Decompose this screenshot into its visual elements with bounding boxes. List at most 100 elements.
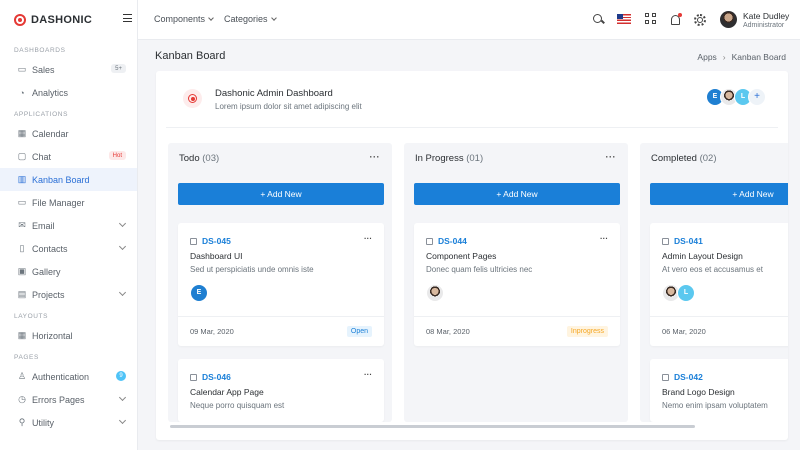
avatar[interactable]	[426, 284, 444, 302]
column-todo: Todo (03) ··· + Add New DS-045 ··· Dashb…	[168, 143, 392, 422]
monitor-icon: ▭	[17, 64, 27, 74]
sidebar-item-label: File Manager	[32, 197, 85, 208]
nav-components[interactable]: Components	[154, 14, 214, 24]
avatar[interactable]	[720, 11, 737, 28]
task-title: Calendar App Page	[190, 387, 264, 397]
breadcrumb-current: Kanban Board	[731, 52, 786, 62]
add-new-button[interactable]: + Add New	[650, 183, 788, 205]
task-card[interactable]: DS-046 ··· Calendar App Page Neque porro…	[178, 359, 384, 422]
task-header: DS-045	[190, 236, 231, 246]
task-footer: 06 Mar, 2020	[650, 316, 788, 346]
sidebar-item-email[interactable]: ✉ Email	[0, 214, 137, 237]
task-checkbox[interactable]	[426, 237, 433, 245]
task-header: DS-044	[426, 236, 467, 246]
task-card[interactable]: DS-044 ··· Component Pages Donec quam fe…	[414, 223, 620, 346]
column-title: Completed (02)	[651, 153, 717, 164]
project-header: Dashonic Admin Dashboard Lorem ipsum dol…	[166, 71, 778, 128]
auth-count-badge: 9	[116, 371, 126, 381]
team-avatars: E L +	[706, 88, 766, 106]
task-checkbox[interactable]	[662, 373, 669, 381]
sidebar-item-authentication[interactable]: ♙ Authentication 9	[0, 365, 137, 388]
column-count: (02)	[699, 153, 717, 164]
apps-grid-icon[interactable]	[645, 13, 658, 26]
project-logo-icon	[183, 89, 202, 108]
hot-badge: Hot	[108, 151, 126, 160]
column-title: In Progress (01)	[415, 153, 483, 164]
sidebar-item-analytics[interactable]: ◔ Analytics	[0, 81, 137, 104]
column-title-text: In Progress	[415, 153, 464, 164]
add-new-button[interactable]: + Add New	[178, 183, 384, 205]
gear-icon[interactable]	[693, 13, 706, 26]
chevron-down-icon	[208, 15, 214, 21]
topbar: Components Categories Kate Dudley Admini…	[138, 0, 800, 40]
nav-categories[interactable]: Categories	[224, 14, 277, 24]
task-footer: 08 Mar, 2020 Inprogress	[414, 316, 620, 346]
sales-badge: 5+	[111, 64, 126, 73]
more-icon[interactable]: ···	[364, 370, 372, 379]
column-title-text: Todo	[179, 153, 200, 164]
section-layouts: LAYOUTS	[14, 313, 49, 320]
task-date: 06 Mar, 2020	[662, 327, 706, 336]
task-card[interactable]: DS-041 Admin Layout Design At vero eos e…	[650, 223, 788, 346]
status-badge: Open	[346, 326, 372, 337]
avatar[interactable]: E	[190, 284, 208, 302]
breadcrumb-apps[interactable]: Apps	[697, 52, 716, 62]
column-title-text: Completed	[651, 153, 697, 164]
menu-toggle-icon[interactable]	[123, 14, 132, 22]
avatar[interactable]: L	[677, 284, 695, 302]
bell-icon[interactable]	[669, 13, 682, 26]
sidebar-item-label: Sales	[32, 64, 55, 75]
task-title: Brand Logo Design	[662, 387, 735, 397]
task-header: DS-042	[662, 372, 703, 382]
horizontal-scrollbar[interactable]	[170, 425, 695, 428]
nav-label: Categories	[224, 14, 268, 24]
more-icon[interactable]: ···	[606, 152, 617, 162]
task-id[interactable]: DS-041	[674, 236, 703, 246]
task-id[interactable]: DS-042	[674, 372, 703, 382]
chevron-down-icon	[118, 219, 127, 228]
sidebar-item-file-manager[interactable]: ▭ File Manager	[0, 191, 137, 214]
sidebar-item-projects[interactable]: ▤ Projects	[0, 283, 137, 306]
task-desc: Donec quam felis ultricies nec	[426, 265, 533, 274]
kanban-icon: ▥	[17, 174, 27, 184]
task-desc: Neque porro quisquam est	[190, 401, 285, 410]
alert-icon: ◷	[18, 394, 26, 404]
add-new-button[interactable]: + Add New	[414, 183, 620, 205]
more-icon[interactable]: ···	[364, 234, 372, 243]
task-card[interactable]: DS-042 Brand Logo Design Nemo enim ipsam…	[650, 359, 788, 422]
task-id[interactable]: DS-046	[202, 372, 231, 382]
task-checkbox[interactable]	[190, 373, 197, 381]
sidebar-item-horizontal[interactable]: ▦ Horizontal	[0, 324, 137, 347]
sidebar-item-label: Authentication	[32, 371, 90, 382]
contacts-icon: ▯	[19, 243, 25, 253]
task-checkbox[interactable]	[662, 237, 669, 245]
more-icon[interactable]: ···	[600, 234, 608, 243]
task-card[interactable]: DS-045 ··· Dashboard UI Sed ut perspicia…	[178, 223, 384, 346]
more-icon[interactable]: ···	[370, 152, 381, 162]
sidebar-item-gallery[interactable]: ▣ Gallery	[0, 260, 137, 283]
user-name[interactable]: Kate Dudley	[743, 11, 789, 21]
brand[interactable]: DASHONIC	[0, 0, 137, 40]
sidebar-item-utility[interactable]: ⚲ Utility	[0, 411, 137, 434]
calendar-icon: ▦	[17, 128, 27, 138]
chat-icon: ▢	[17, 151, 27, 161]
sidebar-item-calendar[interactable]: ▦ Calendar	[0, 122, 137, 145]
sidebar-item-contacts[interactable]: ▯ Contacts	[0, 237, 137, 260]
layout-icon: ▦	[17, 330, 27, 340]
sidebar-item-chat[interactable]: ▢ Chat Hot	[0, 145, 137, 168]
project-title: Dashonic Admin Dashboard	[215, 88, 333, 99]
task-checkbox[interactable]	[190, 237, 197, 245]
sidebar-item-errors-pages[interactable]: ◷ Errors Pages	[0, 388, 137, 411]
pie-chart-icon: ◔	[19, 87, 25, 98]
us-flag-icon[interactable]	[617, 14, 631, 24]
task-title: Admin Layout Design	[662, 251, 743, 261]
add-member-button[interactable]: +	[748, 88, 766, 106]
sidebar-item-sales[interactable]: ▭ Sales 5+	[0, 58, 137, 81]
project-subtitle: Lorem ipsum dolor sit amet adipiscing el…	[215, 102, 362, 111]
task-id[interactable]: DS-045	[202, 236, 231, 246]
sidebar-item-label: Errors Pages	[32, 394, 85, 405]
search-icon[interactable]	[592, 13, 605, 26]
sidebar-item-kanban-board[interactable]: ▥ Kanban Board	[0, 168, 137, 191]
task-id[interactable]: DS-044	[438, 236, 467, 246]
sidebar-item-label: Chat	[32, 151, 52, 162]
